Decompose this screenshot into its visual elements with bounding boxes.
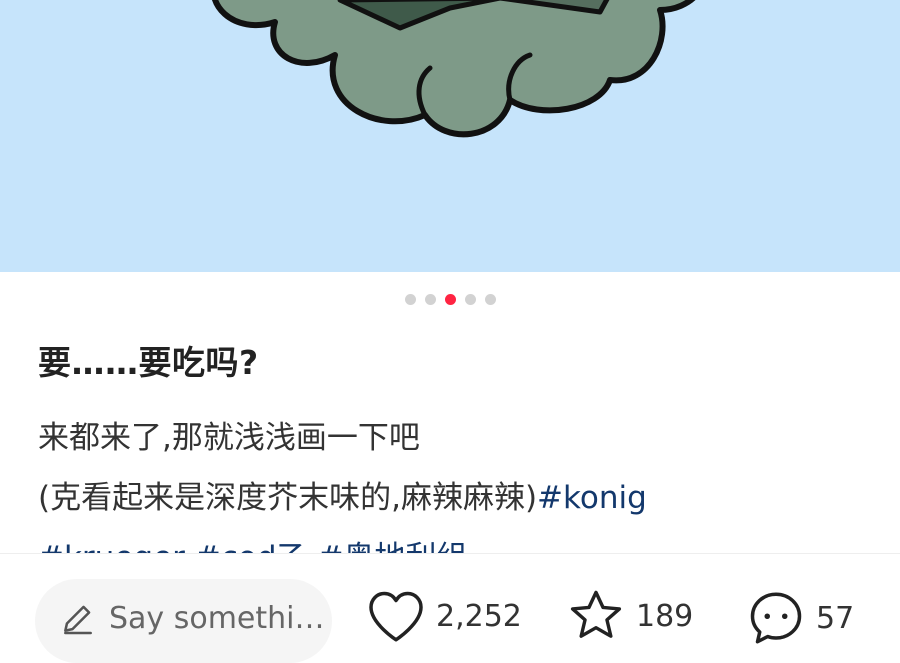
carousel-dot[interactable] [484,294,496,305]
like-button[interactable]: 2,252 [366,588,522,644]
post-title: 要……要吃吗? [38,343,259,382]
favorite-count: 189 [636,598,694,634]
comment-placeholder: Say somethi… [109,601,325,636]
post-image[interactable] [0,0,900,272]
hashtag-link[interactable]: #konig [537,480,647,516]
star-icon [570,590,622,638]
hashtag-link[interactable]: #cod乙 [195,540,308,553]
description-line: (克看起来是深度芥末味的,麻辣麻辣)#konig [38,468,878,528]
heart-icon [369,591,423,642]
like-count: 2,252 [436,598,522,634]
description-line: 来都来了,那就浅浅画一下吧 [38,420,420,456]
favorite-button[interactable]: 189 [566,588,693,644]
engagement-bar: Say somethi… 2,252 189 57 [0,553,900,663]
description-line: #krueger #cod乙 #奥地利组 [38,528,878,553]
carousel-dot[interactable] [404,294,416,305]
cloud-illustration [212,0,696,138]
carousel-dot[interactable] [464,294,476,305]
comment-count: 57 [816,600,855,636]
comment-button[interactable]: 57 [746,588,854,648]
pencil-icon [64,605,92,635]
hashtag-link[interactable]: #奥地利组 [318,540,468,553]
comment-input[interactable]: Say somethi… [35,579,332,663]
post-description: 来都来了,那就浅浅画一下吧 (克看起来是深度芥末味的,麻辣麻辣)#konig #… [38,408,878,553]
description-text: (克看起来是深度芥末味的,麻辣麻辣) [38,480,538,516]
carousel-dot-active[interactable] [444,294,456,305]
hashtag-link[interactable]: #krueger [38,540,185,553]
carousel-dot[interactable] [424,294,436,305]
carousel-indicator [0,294,900,305]
comment-bubble-icon [750,592,802,644]
